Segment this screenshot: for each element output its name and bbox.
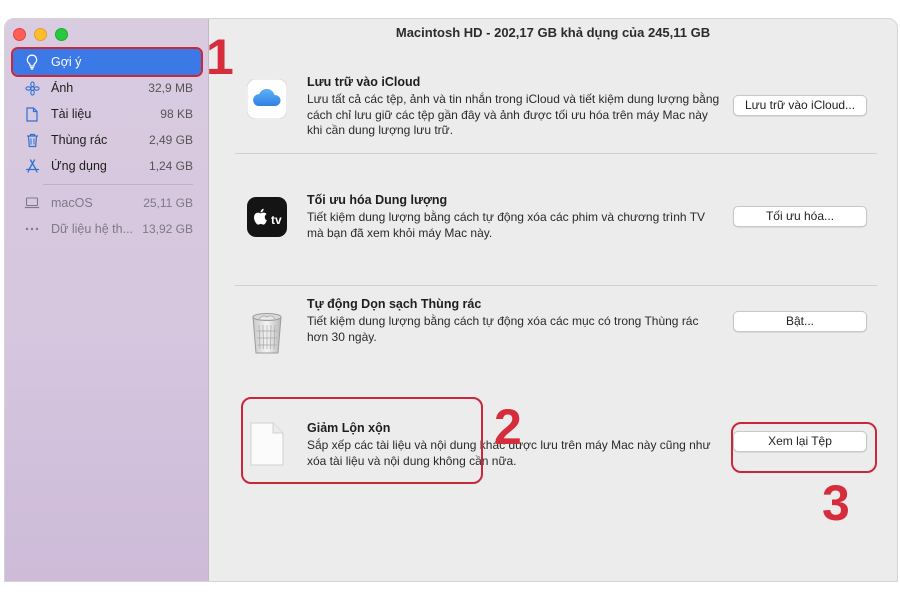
app-store-icon — [23, 159, 41, 173]
recommendation-text: Tự động Dọn sạch Thùng rác Tiết kiệm dun… — [307, 297, 722, 345]
row-divider — [235, 153, 877, 154]
sidebar-item-size: 13,92 GB — [142, 222, 193, 236]
recommendation-empty-trash: Tự động Dọn sạch Thùng rác Tiết kiệm dun… — [235, 297, 877, 357]
sidebar-item-label: Dữ liệu hệ th... — [51, 222, 134, 236]
annotation-number-1: 1 — [206, 29, 234, 85]
recommendation-optimize: tv Tối ưu hóa Dung lượng Tiết kiệm dung … — [235, 193, 877, 253]
optimize-button[interactable]: Tối ưu hóa... — [733, 206, 867, 227]
apple-tv-icon: tv — [247, 197, 287, 237]
zoom-button[interactable] — [55, 28, 68, 41]
row-divider — [235, 285, 877, 286]
sidebar-item-trash[interactable]: Thùng rác 2,49 GB — [13, 127, 201, 153]
annotation-box-3 — [731, 422, 877, 473]
icloud-icon — [246, 78, 288, 120]
annotation-number-2: 2 — [494, 399, 522, 455]
sidebar-item-label: Gợi ý — [51, 55, 82, 69]
turn-on-button[interactable]: Bật... — [733, 311, 867, 332]
recommendation-title: Tự động Dọn sạch Thùng rác — [307, 297, 482, 311]
recommendation-icloud: Lưu trữ vào iCloud Lưu tất cả các tệp, ả… — [235, 75, 877, 145]
sidebar-item-size: 32,9 MB — [148, 81, 193, 95]
recommendation-text: Tối ưu hóa Dung lượng Tiết kiệm dung lượ… — [307, 193, 722, 241]
svg-text:tv: tv — [271, 213, 282, 227]
annotation-number-3: 3 — [822, 475, 850, 531]
trash-can-icon — [247, 311, 287, 354]
recommendation-description: Tiết kiệm dung lượng bằng cách tự động x… — [307, 314, 699, 344]
sidebar-item-suggestions[interactable]: Gợi ý — [11, 47, 203, 77]
document-icon — [23, 106, 41, 122]
recommendations-pane: Lưu trữ vào iCloud Lưu tất cả các tệp, ả… — [209, 47, 897, 581]
store-in-icloud-button[interactable]: Lưu trữ vào iCloud... — [733, 95, 867, 116]
flower-icon — [23, 80, 41, 96]
sidebar-item-size: 1,24 GB — [148, 159, 193, 173]
sidebar: Gợi ý Ảnh 32,9 MB Tài liệu 98 KB Thùng r… — [5, 19, 209, 581]
sidebar-item-documents[interactable]: Tài liệu 98 KB — [13, 101, 201, 127]
close-button[interactable] — [13, 28, 26, 41]
sidebar-item-label: Thùng rác — [51, 133, 108, 147]
annotation-box-2 — [241, 397, 483, 484]
trash-icon — [23, 133, 41, 148]
lightbulb-icon — [23, 54, 41, 70]
window-title: Macintosh HD - 202,17 GB khả dụng của 24… — [395, 25, 711, 40]
sidebar-divider — [43, 184, 193, 185]
recommendation-text: Lưu trữ vào iCloud Lưu tất cả các tệp, ả… — [307, 75, 722, 139]
sidebar-item-label: Ảnh — [51, 81, 74, 95]
recommendation-description: Tiết kiệm dung lượng bằng cách tự động x… — [307, 210, 706, 240]
sidebar-item-size: 2,49 GB — [148, 133, 193, 147]
sidebar-item-macos[interactable]: macOS 25,11 GB — [13, 190, 201, 216]
recommendation-title: Tối ưu hóa Dung lượng — [307, 193, 448, 207]
sidebar-item-applications[interactable]: Ứng dụng 1,24 GB — [13, 153, 201, 179]
sidebar-item-system-data[interactable]: Dữ liệu hệ th... 13,92 GB — [13, 216, 201, 242]
minimize-button[interactable] — [34, 28, 47, 41]
ellipsis-icon — [23, 227, 41, 231]
storage-window: Gợi ý Ảnh 32,9 MB Tài liệu 98 KB Thùng r… — [4, 18, 898, 582]
sidebar-item-label: Tài liệu — [51, 107, 92, 121]
sidebar-item-size: 98 KB — [160, 107, 193, 121]
laptop-icon — [23, 197, 41, 209]
sidebar-item-label: macOS — [51, 196, 93, 210]
sidebar-item-label: Ứng dụng — [51, 159, 107, 173]
window-controls — [13, 28, 68, 41]
sidebar-list: Gợi ý Ảnh 32,9 MB Tài liệu 98 KB Thùng r… — [11, 47, 203, 242]
sidebar-item-photos[interactable]: Ảnh 32,9 MB — [13, 75, 201, 101]
recommendation-title: Lưu trữ vào iCloud — [307, 75, 421, 89]
sidebar-item-size: 25,11 GB — [143, 196, 193, 210]
recommendation-description: Lưu tất cả các tệp, ảnh và tin nhắn tron… — [307, 92, 720, 137]
